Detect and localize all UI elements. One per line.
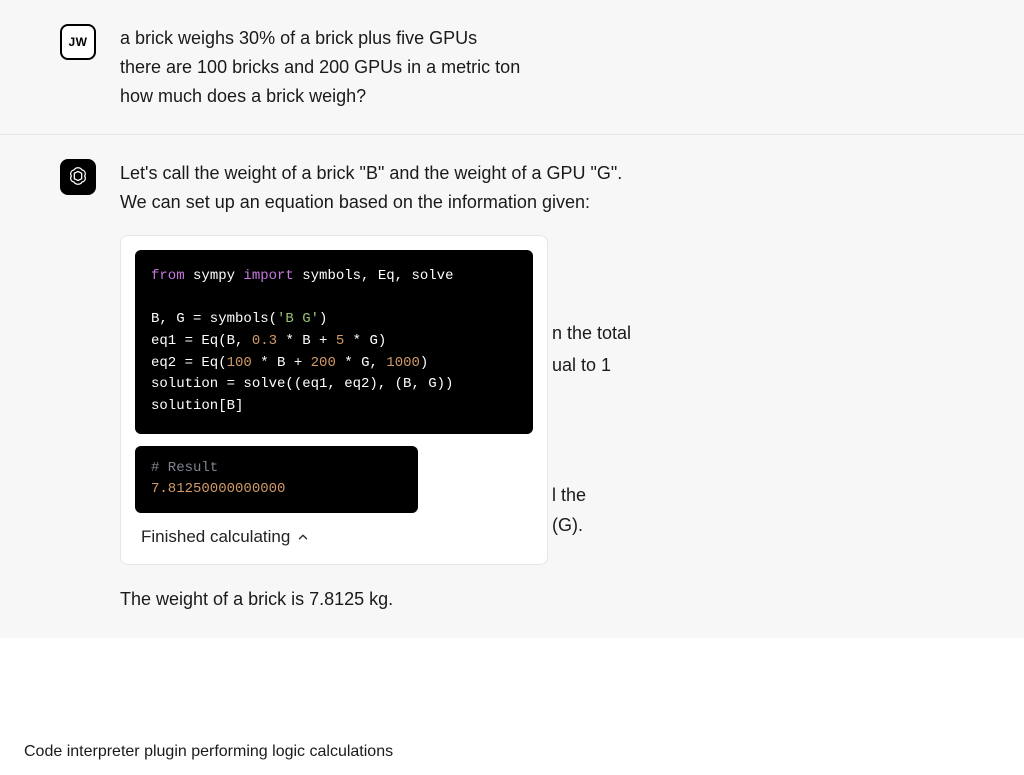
bg-text-fragment: n the total	[552, 319, 631, 348]
user-line-2: there are 100 bricks and 200 GPUs in a m…	[120, 53, 964, 82]
user-avatar: JW	[60, 24, 96, 60]
code-interpreter-card: from sympy import symbols, Eq, solve B, …	[120, 235, 548, 565]
user-message-text: a brick weighs 30% of a brick plus five …	[120, 24, 964, 110]
bg-text-fragment: ual to 1	[552, 351, 611, 380]
user-message-block: JW a brick weighs 30% of a brick plus fi…	[0, 0, 1024, 134]
user-line-1: a brick weighs 30% of a brick plus five …	[120, 24, 964, 53]
figure-caption: Code interpreter plugin performing logic…	[24, 743, 393, 761]
user-initials: JW	[69, 35, 88, 49]
openai-logo-icon	[67, 165, 89, 190]
bg-text-fragment: l the	[552, 481, 586, 510]
assistant-avatar	[60, 159, 96, 195]
calculation-status-toggle[interactable]: Finished calculating	[135, 519, 533, 554]
user-line-3: how much does a brick weigh?	[120, 82, 964, 111]
bg-text-fragment: (G).	[552, 511, 583, 540]
code-result-block: # Result 7.81250000000000	[135, 446, 418, 513]
status-label: Finished calculating	[141, 523, 290, 550]
chat-container: JW a brick weighs 30% of a brick plus fi…	[0, 0, 1024, 638]
chevron-up-icon	[296, 530, 310, 544]
assistant-intro: Let's call the weight of a brick "B" and…	[120, 159, 640, 217]
assistant-final-answer: The weight of a brick is 7.8125 kg.	[120, 585, 964, 614]
code-input-block: from sympy import symbols, Eq, solve B, …	[135, 250, 533, 434]
assistant-message-block: Let's call the weight of a brick "B" and…	[0, 134, 1024, 638]
assistant-message-content: Let's call the weight of a brick "B" and…	[120, 159, 964, 614]
